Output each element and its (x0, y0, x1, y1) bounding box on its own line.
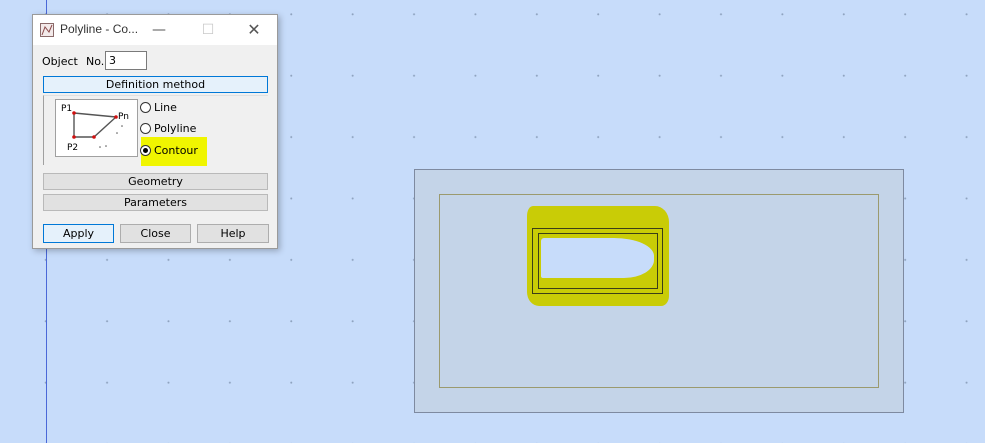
geometry-button[interactable]: Geometry (43, 173, 268, 190)
preview-label-p1: P1 (61, 104, 72, 114)
parameters-button[interactable]: Parameters (43, 194, 268, 211)
close-icon[interactable]: ✕ (241, 19, 267, 41)
maximize-icon: ☐ (201, 22, 215, 38)
polyline-app-icon (40, 23, 54, 37)
preview-label-pn: Pn (118, 112, 129, 122)
option-polyline[interactable]: Polyline (140, 120, 196, 136)
contour-radio[interactable] (140, 144, 151, 156)
polyline-preview-image: P1 Pn P2 (55, 99, 138, 157)
minimize-icon[interactable]: — (146, 19, 172, 41)
dialog-title: Polyline - Co... (60, 22, 139, 36)
polyline-dialog: Polyline - Co... — ☐ ✕ Object No. Defini… (32, 14, 278, 249)
preview-label-p2: P2 (67, 143, 78, 153)
polyline-label: Polyline (154, 121, 197, 135)
number-label: No. (86, 55, 105, 68)
object-label: Object (42, 55, 78, 68)
dialog-titlebar[interactable]: Polyline - Co... — ☐ ✕ (33, 15, 277, 45)
contour-label: Contour (154, 143, 198, 157)
polyline-radio[interactable] (140, 122, 151, 134)
option-contour[interactable]: Contour (140, 142, 198, 158)
opening-void (541, 238, 654, 278)
option-line[interactable]: Line (140, 99, 177, 115)
help-button[interactable]: Help (197, 224, 269, 243)
object-number-input[interactable] (105, 51, 147, 70)
definition-method-button[interactable]: Definition method (43, 76, 268, 93)
line-radio[interactable] (140, 101, 151, 113)
close-button[interactable]: Close (120, 224, 191, 243)
apply-button[interactable]: Apply (43, 224, 114, 243)
line-label: Line (154, 100, 177, 114)
